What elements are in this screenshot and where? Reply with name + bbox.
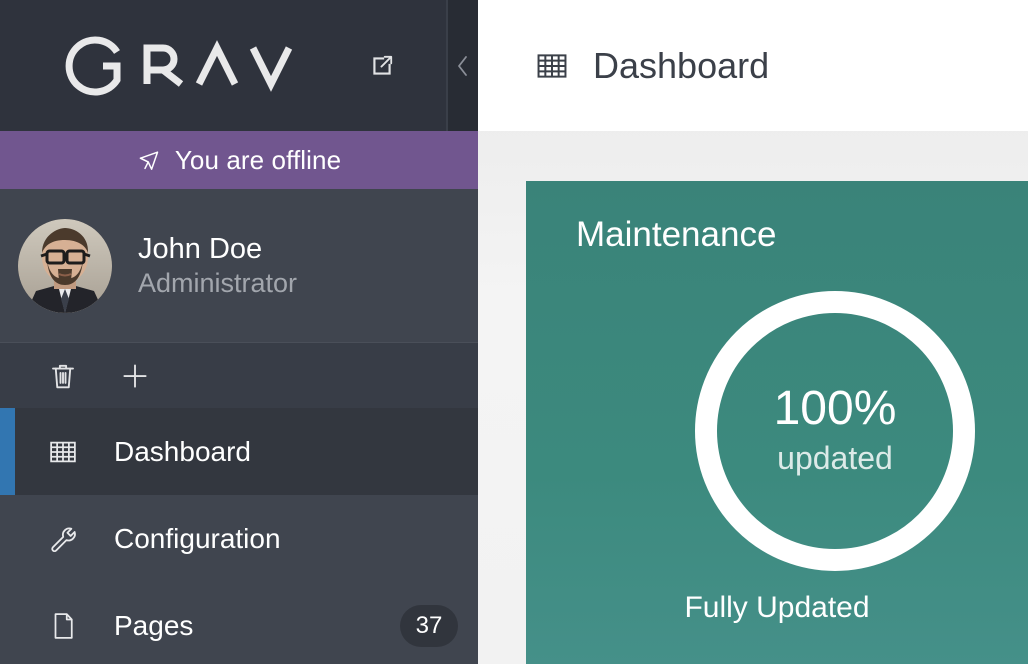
file-icon — [48, 611, 78, 641]
brand-logo-group — [63, 36, 395, 96]
maintenance-status-text: Fully Updated — [526, 591, 1028, 625]
quick-actions-toolbar — [0, 342, 478, 408]
user-role: Administrator — [138, 267, 297, 301]
sidebar-rail-divider — [446, 0, 448, 131]
sidebar-nav: Dashboard Configuration Pages — [0, 408, 478, 664]
sidebar-item-pages[interactable]: Pages 37 — [0, 582, 478, 664]
avatar[interactable] — [18, 219, 112, 313]
external-link-icon[interactable] — [369, 53, 395, 79]
user-profile[interactable]: John Doe Administrator — [0, 189, 478, 342]
sidebar-item-label: Configuration — [114, 523, 281, 555]
donut-center-labels: 100% updated — [690, 286, 980, 576]
wrench-icon — [48, 524, 78, 554]
active-accent-bar — [0, 408, 15, 495]
sidebar-brand-header — [0, 0, 448, 131]
user-meta: John Doe Administrator — [138, 231, 297, 301]
grav-logo[interactable] — [63, 36, 321, 96]
user-name: John Doe — [138, 231, 297, 267]
status-badge: 37 — [400, 605, 458, 647]
page-header: Dashboard — [478, 0, 1028, 131]
sidebar: You are offline — [0, 0, 478, 664]
sidebar-item-dashboard[interactable]: Dashboard — [0, 408, 478, 495]
update-percent: 100% — [774, 385, 897, 433]
update-percent-sublabel: updated — [777, 439, 893, 477]
sidebar-item-label: Dashboard — [114, 436, 251, 468]
maintenance-title: Maintenance — [576, 215, 776, 255]
airplane-icon — [137, 148, 161, 172]
page-title: Dashboard — [593, 45, 769, 87]
sidebar-item-configuration[interactable]: Configuration — [0, 495, 478, 582]
offline-banner-text: You are offline — [175, 145, 341, 176]
grid-icon — [535, 49, 569, 83]
maintenance-panel: Maintenance 100% updated Fully Updated — [526, 181, 1028, 664]
user-avatar-photo — [18, 219, 112, 313]
admin-app: You are offline — [0, 0, 1028, 664]
chevron-left-icon — [456, 55, 470, 77]
update-progress-donut: 100% updated — [690, 286, 980, 576]
offline-banner[interactable]: You are offline — [0, 131, 478, 189]
sidebar-item-label: Pages — [114, 610, 193, 642]
grid-icon — [48, 437, 78, 467]
main-content: Dashboard Maintenance 100% updated Fully… — [478, 0, 1028, 664]
sidebar-collapse-button[interactable] — [448, 0, 478, 131]
plus-icon[interactable] — [120, 361, 150, 391]
trash-icon[interactable] — [48, 361, 78, 391]
